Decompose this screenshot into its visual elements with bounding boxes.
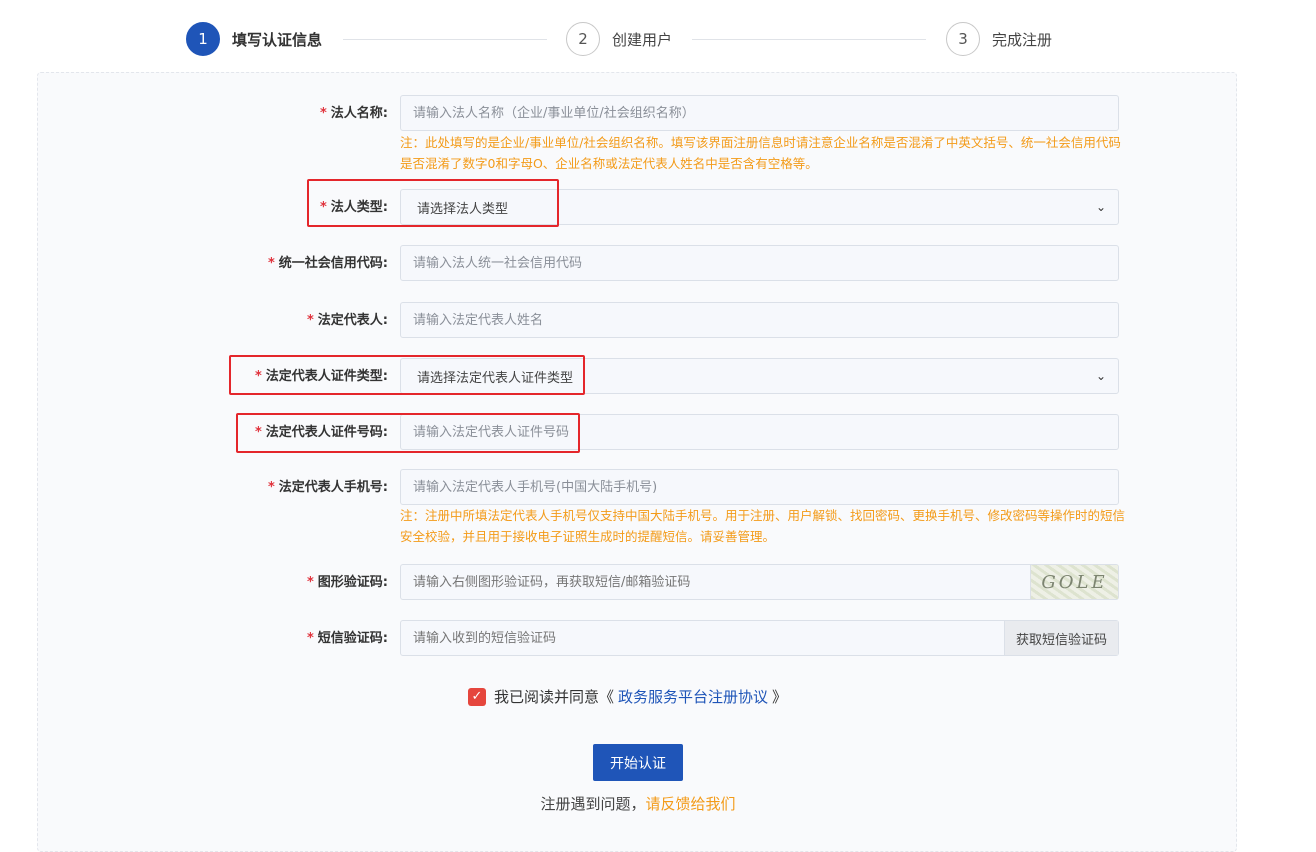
legal-type-label: * 法人类型:: [319, 200, 388, 215]
rep-phone-label: * 法定代表人手机号:: [267, 480, 388, 495]
legal-name-input[interactable]: [400, 95, 1119, 131]
legal-name-label: * 法人名称:: [319, 106, 388, 121]
step-2: 2 创建用户: [566, 22, 672, 56]
start-auth-button[interactable]: 开始认证: [593, 744, 683, 781]
legal-type-value: 请选择法人类型: [417, 201, 509, 217]
get-sms-code-button[interactable]: 获取短信验证码: [1004, 621, 1118, 655]
agreement-row: ✓ 我已阅读并同意《 政务服务平台注册协议 》: [468, 686, 787, 707]
legal-name-note: 注：此处填写的是企业/事业单位/社会组织名称。填写该界面注册信息时请注意企业名称…: [400, 135, 1121, 171]
legal-type-select[interactable]: 请选择法人类型 ⌄: [400, 189, 1119, 225]
step-3-label: 完成注册: [992, 30, 1053, 49]
feedback-link[interactable]: 请反馈给我们: [646, 795, 736, 813]
agreement-suffix: 》: [772, 688, 788, 706]
credit-code-label: * 统一社会信用代码:: [267, 256, 388, 271]
feedback-line: 注册遇到问题，请反馈给我们: [38, 793, 1238, 814]
rep-id-number-input[interactable]: [400, 414, 1119, 450]
rep-id-type-value: 请选择法定代表人证件类型: [417, 370, 574, 386]
required-mark: *: [319, 106, 327, 121]
step-3: 3 完成注册: [946, 22, 1052, 56]
rep-phone-input[interactable]: [400, 469, 1119, 505]
captcha-image-text: GOLE: [1041, 571, 1108, 593]
agreement-prefix: 我已阅读并同意《: [494, 688, 615, 706]
step-connector: [692, 39, 926, 40]
chevron-down-icon: ⌄: [1095, 200, 1106, 214]
legal-rep-input[interactable]: [400, 302, 1119, 338]
sms-code-group: 获取短信验证码: [400, 620, 1119, 656]
rep-id-number-label: * 法定代表人证件号码:: [254, 425, 388, 440]
captcha-image[interactable]: GOLE: [1030, 565, 1118, 599]
feedback-question: 注册遇到问题，: [540, 795, 646, 813]
step-1-number: 1: [186, 22, 220, 56]
captcha-input[interactable]: [401, 565, 1021, 599]
registration-steps: 1 填写认证信息 2 创建用户 3 完成注册: [0, 0, 1316, 72]
step-1-label: 填写认证信息: [232, 30, 323, 49]
step-3-number: 3: [946, 22, 980, 56]
step-1: 1 填写认证信息: [186, 22, 322, 56]
captcha-group: GOLE: [400, 564, 1119, 600]
rep-id-type-label: * 法定代表人证件类型:: [254, 369, 388, 384]
legal-rep-label: * 法定代表人:: [306, 313, 388, 328]
agreement-link[interactable]: 政务服务平台注册协议: [618, 686, 768, 707]
auth-form-panel: *法人名称: 注：此处填写的是企业/事业单位/社会组织名称。填写该界面注册信息时…: [37, 72, 1237, 852]
sms-code-input[interactable]: [401, 621, 1001, 655]
sms-code-label: * 短信验证码:: [306, 631, 388, 646]
credit-code-input[interactable]: [400, 245, 1119, 281]
rep-id-type-select[interactable]: 请选择法定代表人证件类型 ⌄: [400, 358, 1119, 394]
step-2-number: 2: [566, 22, 600, 56]
step-2-label: 创建用户: [612, 30, 673, 49]
chevron-down-icon: ⌄: [1095, 369, 1106, 383]
rep-phone-note: 注：注册中所填法定代表人手机号仅支持中国大陆手机号。用于注册、用户解锁、找回密码…: [400, 508, 1126, 544]
agreement-checkbox[interactable]: ✓: [468, 687, 486, 706]
captcha-label: * 图形验证码:: [306, 575, 388, 590]
step-connector: [343, 39, 547, 40]
